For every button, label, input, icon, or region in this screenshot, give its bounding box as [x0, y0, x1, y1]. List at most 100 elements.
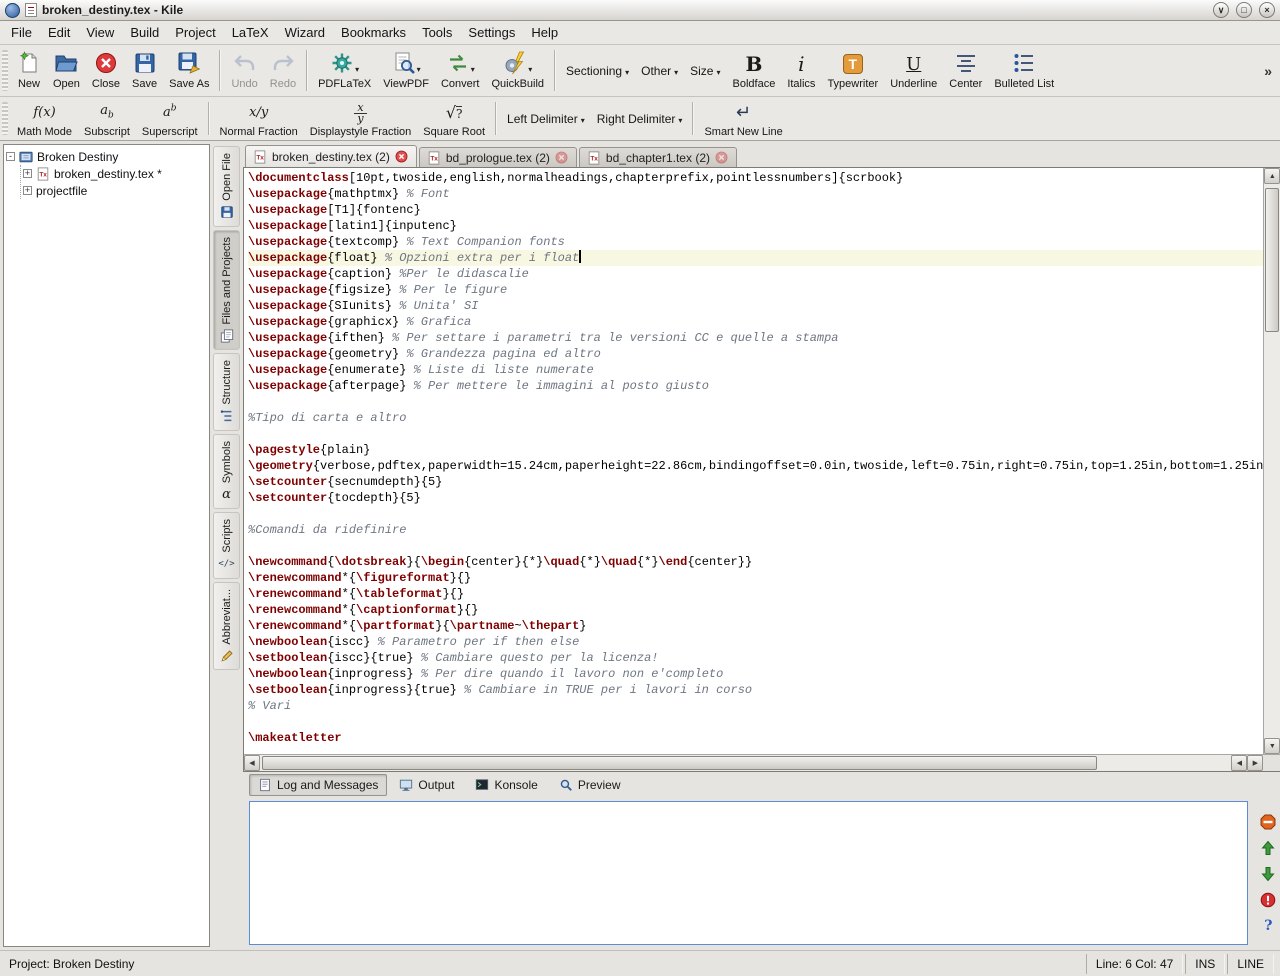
code-line[interactable]: \renewcommand*{\captionformat}{} — [248, 602, 1263, 618]
vertical-scroll-thumb[interactable] — [1265, 188, 1279, 332]
right-delimiter-button[interactable]: Right Delimiter▾ — [591, 98, 689, 139]
sectioning-button[interactable]: Sectioning▾ — [560, 46, 635, 95]
code-line[interactable]: \newboolean{iscc} % Parametro per if the… — [248, 634, 1263, 650]
left-delimiter-button[interactable]: Left Delimiter▾ — [501, 98, 591, 139]
error-icon[interactable] — [1260, 891, 1277, 908]
code-line[interactable]: \setboolean{inprogress}{true} % Cambiare… — [248, 682, 1263, 698]
horizontal-scrollbar[interactable]: ◀ ◀ ▶ — [244, 754, 1280, 771]
code-line[interactable]: \newcommand{\dotsbreak}{\begin{center}{*… — [248, 554, 1263, 570]
code-line[interactable]: \usepackage{geometry} % Grandezza pagina… — [248, 346, 1263, 362]
maximize-button[interactable]: □ — [1236, 2, 1252, 18]
pdflatex-button[interactable]: ▾PDFLaTeX — [312, 46, 377, 95]
code-line[interactable]: \usepackage{figsize} % Per le figure — [248, 282, 1263, 298]
titlebar[interactable]: broken_destiny.tex - Kile ∨□× — [0, 0, 1280, 21]
bottom-tab-log-and-messages[interactable]: Log and Messages — [249, 774, 387, 796]
close-button[interactable]: Close — [86, 46, 126, 95]
menu-settings[interactable]: Settings — [460, 21, 523, 44]
scroll-down-button[interactable]: ▼ — [1264, 738, 1280, 754]
code-line[interactable] — [248, 506, 1263, 522]
code-line[interactable]: \usepackage[latin1]{inputenc} — [248, 218, 1263, 234]
editor-tab-bd-prologue-tex-2[interactable]: Txbd_prologue.tex (2) — [419, 147, 577, 167]
toolbar-overflow-button[interactable]: » — [1260, 63, 1276, 79]
editor-tab-broken-destiny-tex-2[interactable]: Txbroken_destiny.tex (2) — [245, 145, 417, 167]
menu-project[interactable]: Project — [167, 21, 223, 44]
code-line[interactable]: \setboolean{iscc}{true} % Cambiare quest… — [248, 650, 1263, 666]
superscript-button[interactable]: abSuperscript — [136, 98, 204, 139]
horizontal-scroll-track[interactable] — [260, 755, 1231, 771]
save-button[interactable]: Save — [126, 46, 163, 95]
menu-bookmarks[interactable]: Bookmarks — [333, 21, 414, 44]
bottom-tab-konsole[interactable]: Konsole — [466, 774, 546, 796]
tree-item-broken-destiny[interactable]: -Broken Destiny — [6, 148, 207, 165]
log-output-area[interactable] — [249, 801, 1248, 945]
code-line[interactable]: \newboolean{inprogress} % Per dire quand… — [248, 666, 1263, 682]
editor-tab-bd-chapter1-tex-2[interactable]: Txbd_chapter1.tex (2) — [579, 147, 737, 167]
open-button[interactable]: Open — [47, 46, 86, 95]
tab-close-icon[interactable] — [555, 151, 569, 165]
underline-button[interactable]: UUnderline — [884, 46, 943, 95]
close-button[interactable]: × — [1259, 2, 1275, 18]
code-line[interactable] — [248, 394, 1263, 410]
code-line[interactable]: \usepackage[T1]{fontenc} — [248, 202, 1263, 218]
code-line[interactable]: \usepackage{SIunits} % Unita' SI — [248, 298, 1263, 314]
new-button[interactable]: New — [11, 46, 47, 95]
code-line[interactable]: \usepackage{float} % Opzioni extra per i… — [248, 250, 1263, 266]
code-line[interactable]: \usepackage{ifthen} % Per settare i para… — [248, 330, 1263, 346]
code-line[interactable]: % Vari — [248, 698, 1263, 714]
code-line[interactable]: \renewcommand*{\partformat}{\partname~\t… — [248, 618, 1263, 634]
code-line[interactable]: %Tipo di carta e altro — [248, 410, 1263, 426]
code-area[interactable]: \documentclass[10pt,twoside,english,norm… — [244, 168, 1263, 754]
smart-new-line-button[interactable]: ↵Smart New Line — [698, 98, 788, 139]
code-line[interactable]: \usepackage{caption} %Per le didascalie — [248, 266, 1263, 282]
menu-wizard[interactable]: Wizard — [277, 21, 333, 44]
code-line[interactable] — [248, 714, 1263, 730]
code-line[interactable]: \usepackage{mathptmx} % Font — [248, 186, 1263, 202]
tree-item-projectfile[interactable]: +projectfile — [23, 182, 207, 199]
menu-build[interactable]: Build — [122, 21, 167, 44]
code-line[interactable]: \usepackage{textcomp} % Text Companion f… — [248, 234, 1263, 250]
boldface-button[interactable]: BBoldface — [727, 46, 782, 95]
tree-expander[interactable]: + — [23, 169, 32, 178]
menu-view[interactable]: View — [78, 21, 122, 44]
horizontal-scroll-thumb[interactable] — [262, 756, 1097, 770]
code-line[interactable]: %Comandi da ridefinire — [248, 522, 1263, 538]
displaystyle-fraction-button[interactable]: xyDisplaystyle Fraction — [304, 98, 417, 139]
bottom-tab-output[interactable]: Output — [390, 774, 463, 796]
bulleted-list-button[interactable]: Bulleted List — [988, 46, 1060, 95]
scroll-left-button[interactable]: ◀ — [244, 755, 260, 771]
convert-button[interactable]: ▾Convert — [435, 46, 486, 95]
help-icon[interactable]: ? — [1260, 917, 1277, 934]
tree-expander[interactable]: + — [23, 186, 32, 195]
menu-tools[interactable]: Tools — [414, 21, 460, 44]
code-line[interactable]: \usepackage{afterpage} % Per mettere le … — [248, 378, 1263, 394]
vertical-scroll-track[interactable] — [1264, 184, 1280, 738]
scroll-right-button[interactable]: ▶ — [1247, 755, 1263, 771]
math-mode-button[interactable]: f(x)Math Mode — [11, 98, 78, 139]
normal-fraction-button[interactable]: x/yNormal Fraction — [214, 98, 304, 139]
subscript-button[interactable]: abSubscript — [78, 98, 136, 139]
code-line[interactable]: \usepackage{enumerate} % Liste di liste … — [248, 362, 1263, 378]
square-root-button[interactable]: √?Square Root — [417, 98, 491, 139]
italics-button[interactable]: iItalics — [781, 46, 821, 95]
tab-close-icon[interactable] — [715, 151, 729, 165]
window-menu-button[interactable] — [5, 3, 20, 18]
sidebar-tab-scripts[interactable]: Scripts</> — [213, 512, 240, 579]
stop-icon[interactable] — [1260, 813, 1277, 830]
code-line[interactable]: \renewcommand*{\figureformat}{} — [248, 570, 1263, 586]
toolbar-drag-handle[interactable] — [2, 102, 8, 135]
tree-expander[interactable]: - — [6, 152, 15, 161]
prev-warning-icon[interactable] — [1260, 839, 1277, 856]
sidebar-tab-symbols[interactable]: Symbolsα — [213, 434, 240, 509]
code-line[interactable] — [248, 538, 1263, 554]
toolbar-drag-handle[interactable] — [2, 50, 8, 91]
quickbuild-button[interactable]: ▾QuickBuild — [485, 46, 550, 95]
sidebar-tab-structure[interactable]: Structure — [213, 353, 240, 431]
other-button[interactable]: Other▾ — [635, 46, 684, 95]
center-button[interactable]: Center — [943, 46, 988, 95]
sidebar-tab-abbreviat[interactable]: Abbreviat... — [213, 582, 240, 671]
code-line[interactable]: \pagestyle{plain} — [248, 442, 1263, 458]
menu-file[interactable]: File — [3, 21, 40, 44]
code-line[interactable]: \geometry{verbose,pdftex,paperwidth=15.2… — [248, 458, 1263, 474]
typewriter-button[interactable]: TTypewriter — [821, 46, 884, 95]
tab-close-icon[interactable] — [395, 150, 409, 164]
